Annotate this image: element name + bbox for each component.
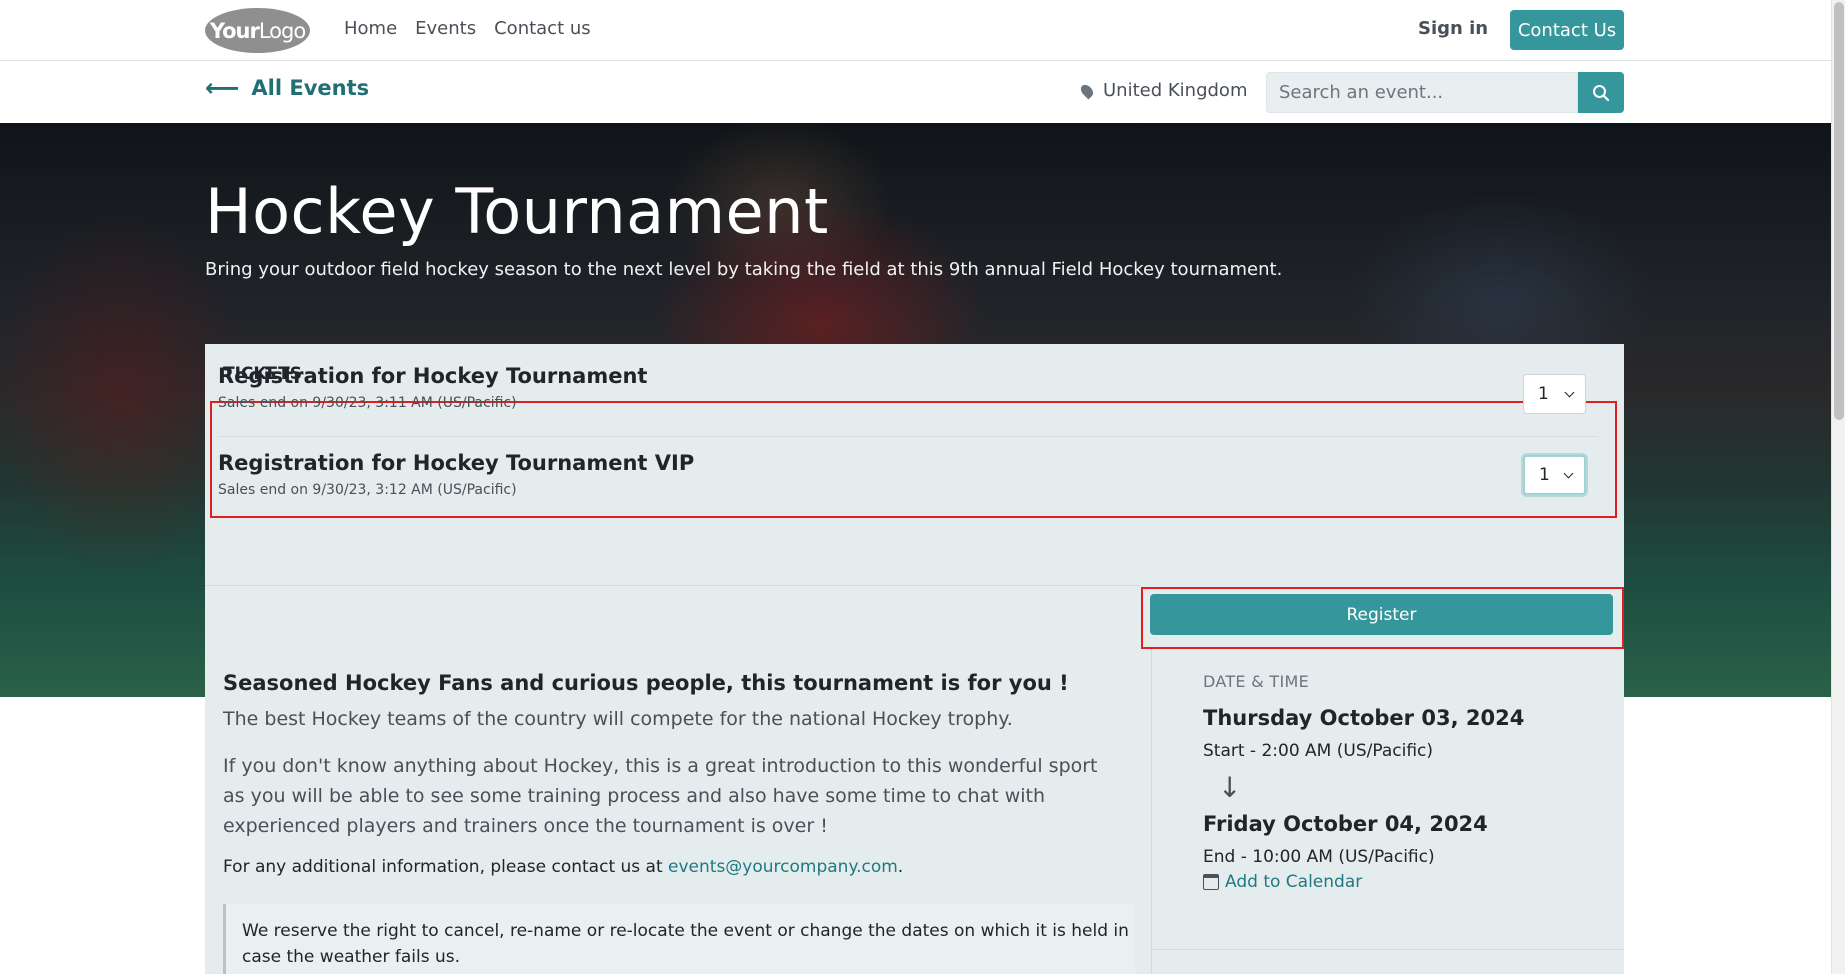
event-subbar: ⟵ All Events United Kingdom [0,62,1831,123]
weather-disclaimer-quote: We reserve the right to cancel, re-name … [223,904,1135,974]
ticket-sales-end: Sales end on 9/30/23, 3:11 AM (US/Pacifi… [218,395,517,411]
end-time: End - 10:00 AM (US/Pacific) [1203,847,1435,867]
event-content-card: TICKETS Registration for Hockey Tourname… [205,344,1624,974]
divider [205,585,1141,586]
arrow-down-icon: ↓ [1218,771,1242,804]
chevron-down-icon [1563,468,1574,478]
ticket-row: Registration for Hockey Tournament Sales… [218,364,1598,422]
ticket-quantity-select[interactable]: 1 [1523,455,1586,495]
start-date: Thursday October 03, 2024 [1203,706,1525,730]
calendar-icon [1203,874,1219,890]
nav-events[interactable]: Events [415,18,476,39]
description-paragraph: The best Hockey teams of the country wil… [223,708,1013,730]
sign-in-link[interactable]: Sign in [1418,18,1488,39]
search-button[interactable] [1578,72,1624,113]
nav-home[interactable]: Home [344,18,397,39]
chevron-down-icon [1564,387,1575,397]
ticket-sales-end: Sales end on 9/30/23, 3:12 AM (US/Pacifi… [218,482,517,498]
contact-info-paragraph: For any additional information, please c… [223,857,1123,877]
contact-email-link[interactable]: events@yourcompany.com [668,857,898,877]
start-time: Start - 2:00 AM (US/Pacific) [1203,741,1434,761]
contact-us-button[interactable]: Contact Us [1510,10,1624,50]
search-icon [1593,84,1610,101]
map-pin-icon [1078,82,1096,99]
search-input[interactable] [1266,72,1578,113]
all-events-label: All Events [251,76,370,100]
ticket-quantity-select[interactable]: 1 [1523,374,1586,414]
description-heading: Seasoned Hockey Fans and curious people,… [223,671,1069,695]
add-to-calendar-label: Add to Calendar [1225,872,1363,892]
add-to-calendar-link[interactable]: Add to Calendar [1203,872,1362,892]
location-filter[interactable]: United Kingdom [1078,80,1248,101]
description-paragraph: If you don't know anything about Hockey,… [223,755,1098,837]
ticket-name: Registration for Hockey Tournament [218,364,648,388]
quantity-value: 1 [1538,384,1549,404]
logo-text-bold: Your [209,18,260,43]
arrow-left-icon: ⟵ [205,74,240,102]
ticket-row: Registration for Hockey Tournament VIP S… [218,436,1598,498]
top-navbar: Your Logo Home Events Contact us Sign in … [0,0,1831,61]
event-search [1266,72,1624,113]
contact-info-text: For any additional information, please c… [223,857,669,877]
end-date: Friday October 04, 2024 [1203,812,1488,836]
nav-contact-us[interactable]: Contact us [494,18,591,39]
event-description: Seasoned Hockey Fans and curious people,… [223,671,1123,877]
logo-text-light: Logo [258,18,306,43]
ticket-name: Registration for Hockey Tournament VIP [218,451,695,475]
contact-info-suffix: . [897,857,904,877]
divider [1152,949,1624,950]
all-events-link[interactable]: ⟵ All Events [205,76,369,100]
event-subtitle: Bring your outdoor field hockey season t… [205,259,1283,280]
event-title: Hockey Tournament [205,175,829,248]
page-scrollbar[interactable] [1831,0,1845,974]
register-button[interactable]: Register [1150,594,1613,635]
company-logo[interactable]: Your Logo [205,8,310,53]
date-time-label: DATE & TIME [1203,672,1309,691]
scrollbar-thumb[interactable] [1834,2,1844,420]
location-label: United Kingdom [1103,80,1248,101]
quantity-value: 1 [1539,465,1550,485]
main-nav: Home Events Contact us [344,18,591,39]
date-time-panel: DATE & TIME Thursday October 03, 2024 St… [1151,649,1624,974]
